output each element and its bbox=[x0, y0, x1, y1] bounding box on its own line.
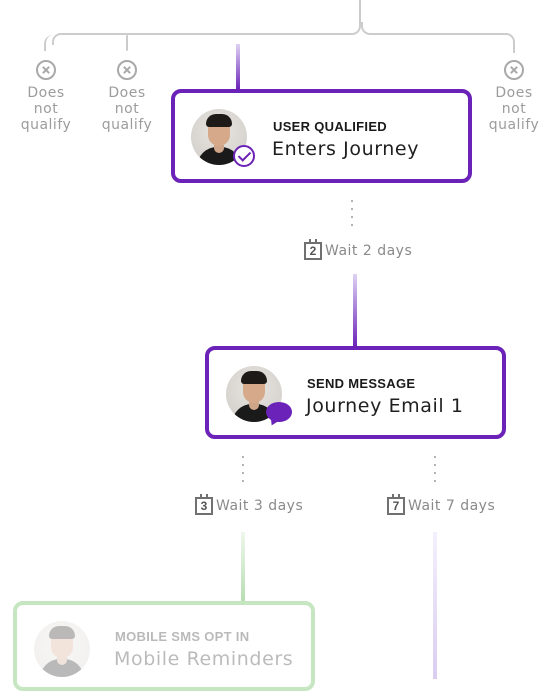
connector-to-send-message bbox=[353, 274, 357, 348]
node-subtitle: Journey Email 1 bbox=[306, 395, 464, 417]
branch-label-line3: qualify bbox=[101, 117, 153, 133]
top-branch-connector-join-left bbox=[341, 22, 361, 35]
chat-bubble-icon bbox=[266, 402, 292, 422]
avatar bbox=[34, 621, 90, 677]
top-branch-connector-right bbox=[370, 33, 515, 53]
wait-label: Wait 3 days bbox=[216, 498, 304, 514]
check-icon bbox=[233, 145, 255, 167]
wait-step-3-days[interactable]: 3 Wait 3 days bbox=[195, 494, 304, 515]
top-branch-connector-left bbox=[52, 33, 352, 45]
node-title: USER QUALIFIED bbox=[273, 119, 387, 134]
close-icon bbox=[36, 60, 56, 80]
wait-step-2-days[interactable]: 2 Wait 2 days bbox=[304, 239, 413, 260]
node-title: SEND MESSAGE bbox=[307, 376, 416, 391]
branch-label-line2: not bbox=[501, 101, 527, 117]
connector-to-sms-opt-in bbox=[241, 532, 245, 604]
calendar-icon: 2 bbox=[304, 239, 322, 260]
dotted-connector bbox=[351, 200, 353, 232]
connector-to-qualified bbox=[236, 44, 240, 90]
top-trunk-connector bbox=[359, 0, 361, 24]
node-subtitle: Enters Journey bbox=[272, 138, 420, 160]
branch-not-qualified-3: Does not qualify bbox=[484, 60, 544, 133]
branch-label-line3: qualify bbox=[20, 117, 72, 133]
close-icon bbox=[504, 60, 524, 80]
branch-label: Does not qualify bbox=[97, 85, 157, 133]
branch-label: Does not qualify bbox=[484, 85, 544, 133]
branch-label-line1: Does bbox=[108, 85, 146, 101]
node-user-qualified[interactable]: USER QUALIFIED Enters Journey bbox=[171, 89, 472, 183]
node-title: MOBILE SMS OPT IN bbox=[115, 629, 250, 644]
branch-label-line1: Does bbox=[27, 85, 65, 101]
calendar-icon: 3 bbox=[195, 494, 213, 515]
branch-label-line2: not bbox=[33, 101, 59, 117]
branch-not-qualified-2: Does not qualify bbox=[97, 60, 157, 133]
branch-label-line2: not bbox=[114, 101, 140, 117]
wait-label: Wait 2 days bbox=[325, 243, 413, 259]
close-icon bbox=[117, 60, 137, 80]
top-branch-connector-far-left-drop bbox=[44, 35, 56, 51]
top-branch-connector-mid bbox=[126, 35, 128, 51]
node-subtitle: Mobile Reminders bbox=[114, 648, 294, 670]
connector-branch-7-days bbox=[433, 532, 437, 679]
calendar-icon: 7 bbox=[387, 494, 405, 515]
branch-label: Does not qualify bbox=[16, 85, 76, 133]
node-send-message[interactable]: SEND MESSAGE Journey Email 1 bbox=[205, 346, 506, 439]
wait-label: Wait 7 days bbox=[408, 498, 496, 514]
dotted-connector-right bbox=[434, 456, 436, 488]
dotted-connector-left bbox=[242, 456, 244, 488]
branch-label-line1: Does bbox=[495, 85, 533, 101]
wait-step-7-days[interactable]: 7 Wait 7 days bbox=[387, 494, 496, 515]
branch-not-qualified-1: Does not qualify bbox=[16, 60, 76, 133]
node-mobile-sms-opt-in[interactable]: MOBILE SMS OPT IN Mobile Reminders bbox=[13, 601, 315, 691]
branch-label-line3: qualify bbox=[488, 117, 540, 133]
